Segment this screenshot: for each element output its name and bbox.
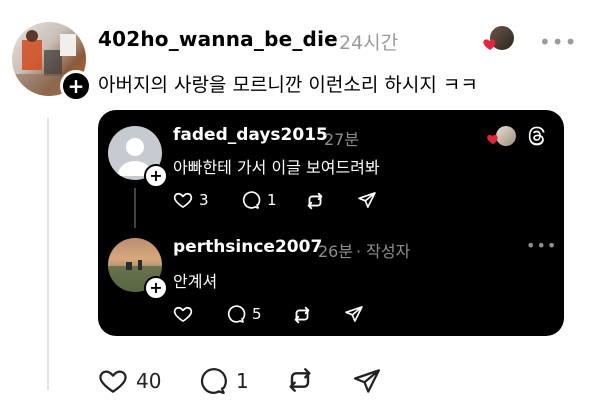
- reply-username[interactable]: faded_days2015: [173, 125, 328, 145]
- thread-line: [134, 188, 136, 228]
- repost-button[interactable]: [291, 304, 313, 326]
- reply-text: 안계셔: [173, 272, 218, 291]
- post-username[interactable]: 402ho_wanna_be_die: [98, 27, 338, 51]
- send-icon: [354, 369, 380, 393]
- share-button[interactable]: [344, 304, 364, 324]
- like-count: 3: [199, 191, 209, 209]
- heart-icon: [487, 134, 498, 145]
- more-options-icon[interactable]: •••: [526, 236, 557, 255]
- like-button[interactable]: 40: [98, 366, 161, 396]
- comment-icon: [227, 305, 246, 323]
- comment-button[interactable]: 5: [226, 304, 262, 324]
- reply-time: 27분: [324, 130, 360, 149]
- quoted-thread-card[interactable]: + faded_days2015 27분 아빠한테 가서 이글 보여드려봐 3 …: [98, 110, 564, 336]
- follow-plus-icon[interactable]: +: [60, 70, 92, 102]
- threads-logo-icon[interactable]: [526, 125, 548, 147]
- heart-outline-icon: [173, 306, 193, 322]
- send-icon: [358, 192, 376, 208]
- comment-icon: [242, 191, 261, 209]
- reply-time: 26분: [318, 242, 354, 261]
- reaction-indicator: [482, 26, 516, 56]
- heart-outline-icon: [99, 370, 127, 393]
- reply-username[interactable]: perthsince2007: [173, 237, 322, 257]
- repost-icon: [289, 368, 311, 392]
- repost-button[interactable]: [284, 364, 316, 396]
- share-button[interactable]: [357, 190, 377, 210]
- repost-icon: [307, 192, 323, 210]
- follow-plus-icon[interactable]: +: [144, 276, 168, 300]
- follow-plus-icon[interactable]: +: [144, 164, 168, 188]
- repost-button[interactable]: [304, 190, 326, 212]
- post-text: 아버지의 사랑을 모르니깐 이런소리 하시지 ㅋㅋ: [98, 74, 478, 96]
- comment-count: 1: [267, 191, 277, 209]
- reply-text: 아빠한테 가서 이글 보여드려봐: [173, 158, 380, 177]
- repost-icon: [294, 306, 310, 324]
- send-icon: [345, 306, 363, 322]
- comment-count: 5: [252, 305, 262, 323]
- author-tag: · 작성자: [356, 242, 411, 261]
- share-button[interactable]: [352, 366, 382, 396]
- like-button[interactable]: 3: [173, 190, 209, 210]
- like-count: 40: [136, 369, 162, 393]
- heart-outline-icon: [173, 192, 193, 208]
- comment-button[interactable]: 1: [241, 190, 277, 210]
- comment-count: 1: [236, 369, 249, 393]
- like-button[interactable]: [173, 304, 199, 324]
- reaction-indicator: [484, 126, 518, 150]
- comment-button[interactable]: 1: [198, 366, 249, 396]
- comment-icon: [200, 368, 227, 394]
- thread-line: [47, 118, 49, 390]
- post-time: 24시간: [339, 32, 399, 54]
- heart-icon: [483, 39, 496, 50]
- more-options-icon[interactable]: •••: [539, 30, 577, 54]
